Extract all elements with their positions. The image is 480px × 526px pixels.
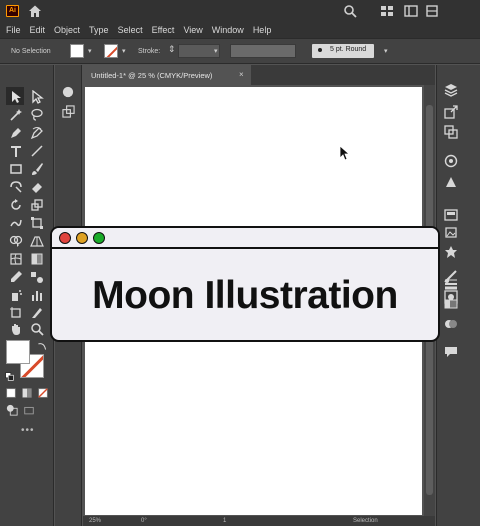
line-segment-tool-icon[interactable] <box>30 144 44 158</box>
default-fill-stroke-icon[interactable] <box>5 368 14 381</box>
transparency-icon[interactable] <box>444 317 458 331</box>
perspective-grid-tool-icon[interactable] <box>30 234 44 248</box>
chevron-down-icon[interactable]: ▾ <box>214 47 218 55</box>
chevron-down-icon[interactable]: ▾ <box>122 47 126 55</box>
edit-toolbar-icon[interactable]: ••• <box>21 425 35 436</box>
right-panel-dock <box>436 65 480 526</box>
layers-icon[interactable] <box>444 83 458 97</box>
search-icon[interactable] <box>343 4 357 18</box>
title-card-window: Moon Illustration <box>50 226 440 342</box>
title-bar: Ai <box>0 0 480 22</box>
symbols-icon[interactable] <box>444 245 458 259</box>
shape-builder-tool-icon[interactable] <box>9 234 23 248</box>
artboard-navigation[interactable]: 1 <box>223 518 226 524</box>
drawing-mode-icon[interactable] <box>6 403 18 416</box>
warp-tool-icon[interactable] <box>9 216 23 230</box>
symbol-sprayer-tool-icon[interactable] <box>9 288 23 302</box>
zoom-tool-icon[interactable] <box>30 322 44 336</box>
close-icon[interactable]: × <box>239 70 244 79</box>
minimize-dot[interactable] <box>76 232 88 244</box>
window-title-bar <box>52 228 438 249</box>
gradient-icon[interactable] <box>444 297 458 311</box>
home-icon[interactable] <box>28 4 42 18</box>
menu-object[interactable]: Object <box>54 25 80 35</box>
libraries-icon[interactable] <box>444 154 458 168</box>
control-bar: No Selection ▾ ▾ Stroke: ⇕ ▾ 5 pt. Round… <box>0 38 480 64</box>
zoom-level[interactable]: 25% <box>89 518 101 524</box>
brush-definition-dropdown[interactable]: 5 pt. Round <box>312 44 374 58</box>
app-logo: Ai <box>6 5 19 17</box>
menu-window[interactable]: Window <box>212 25 244 35</box>
swap-fill-stroke-icon[interactable] <box>37 338 47 350</box>
screen-mode-icon[interactable] <box>24 403 34 415</box>
document-tab-bar: Untitled-1* @ 25 % (CMYK/Preview) × <box>83 65 435 85</box>
fill-swatch[interactable] <box>6 340 30 364</box>
rotate-tool-icon[interactable] <box>9 198 23 212</box>
artboard-tool-icon[interactable] <box>9 306 23 320</box>
curvature-tool-icon[interactable] <box>30 126 44 140</box>
arrange-icon[interactable] <box>425 4 439 18</box>
menu-type[interactable]: Type <box>89 25 109 35</box>
blend-tool-icon[interactable] <box>30 270 44 284</box>
properties-icon[interactable] <box>444 175 458 189</box>
mouse-cursor-icon <box>339 145 351 161</box>
menu-effect[interactable]: Effect <box>152 25 175 35</box>
stroke-icon[interactable] <box>444 277 458 291</box>
image-trace-icon[interactable] <box>444 225 458 239</box>
magic-wand-tool-icon[interactable] <box>9 108 23 122</box>
stroke-weight-stepper[interactable]: ⇕ <box>168 44 176 55</box>
selection-tool-icon[interactable] <box>9 90 23 104</box>
close-dot[interactable] <box>59 232 71 244</box>
gradient-tool-icon[interactable] <box>30 252 44 266</box>
shaper-tool-icon[interactable] <box>9 180 23 194</box>
rotation-view[interactable]: 0° <box>141 518 147 524</box>
document-tab-title: Untitled-1* @ 25 % (CMYK/Preview) <box>91 71 213 80</box>
paintbrush-tool-icon[interactable] <box>30 162 44 176</box>
status-bar: 25% 0° 1 Selection <box>83 516 435 526</box>
comments-icon[interactable] <box>444 345 458 359</box>
rectangle-tool-icon[interactable] <box>9 162 23 176</box>
chevron-down-icon[interactable]: ▾ <box>384 47 388 55</box>
reference-point-icon[interactable] <box>62 85 74 98</box>
scale-tool-icon[interactable] <box>30 198 44 212</box>
lasso-tool-icon[interactable] <box>30 108 44 122</box>
fill-color-swatch[interactable] <box>70 44 84 58</box>
variable-width-profile[interactable] <box>230 44 296 58</box>
stroke-color-swatch[interactable] <box>104 44 118 58</box>
none-mode-icon[interactable] <box>38 385 48 398</box>
menu-bar: File Edit Object Type Select Effect View… <box>0 22 480 38</box>
menu-edit[interactable]: Edit <box>30 25 46 35</box>
export-icon[interactable] <box>444 105 458 119</box>
gradient-mode-icon[interactable] <box>22 385 32 398</box>
hand-tool-icon[interactable] <box>9 322 23 336</box>
direct-selection-tool-icon[interactable] <box>30 89 44 104</box>
eyedropper-tool-icon[interactable] <box>9 270 23 284</box>
document-tab[interactable]: Untitled-1* @ 25 % (CMYK/Preview) × <box>83 65 251 85</box>
menu-help[interactable]: Help <box>253 25 272 35</box>
mesh-tool-icon[interactable] <box>9 252 23 266</box>
current-tool-status: Selection <box>353 518 378 524</box>
transform-icon[interactable] <box>444 125 458 139</box>
menu-view[interactable]: View <box>183 25 202 35</box>
overlay-title: Moon Illustration <box>92 274 398 317</box>
column-graph-tool-icon[interactable] <box>30 288 44 302</box>
type-tool-icon[interactable] <box>9 144 23 158</box>
chevron-down-icon[interactable]: ▾ <box>88 47 92 55</box>
free-transform-tool-icon[interactable] <box>30 216 44 230</box>
color-mode-icon[interactable] <box>6 385 16 398</box>
arrange-documents-icon[interactable] <box>380 4 394 18</box>
menu-select[interactable]: Select <box>118 25 143 35</box>
tools-panel: ••• <box>0 65 54 526</box>
color-guide-icon[interactable] <box>444 208 458 222</box>
menu-file[interactable]: File <box>6 25 21 35</box>
workspace-icon[interactable] <box>404 4 418 18</box>
maximize-dot[interactable] <box>93 232 105 244</box>
slice-tool-icon[interactable] <box>30 306 44 320</box>
artboards-panel-icon[interactable] <box>62 105 75 118</box>
pen-tool-icon[interactable] <box>9 126 23 140</box>
stroke-label: Stroke: <box>138 48 161 55</box>
eraser-tool-icon[interactable] <box>30 180 44 194</box>
selection-status: No Selection <box>11 48 51 55</box>
